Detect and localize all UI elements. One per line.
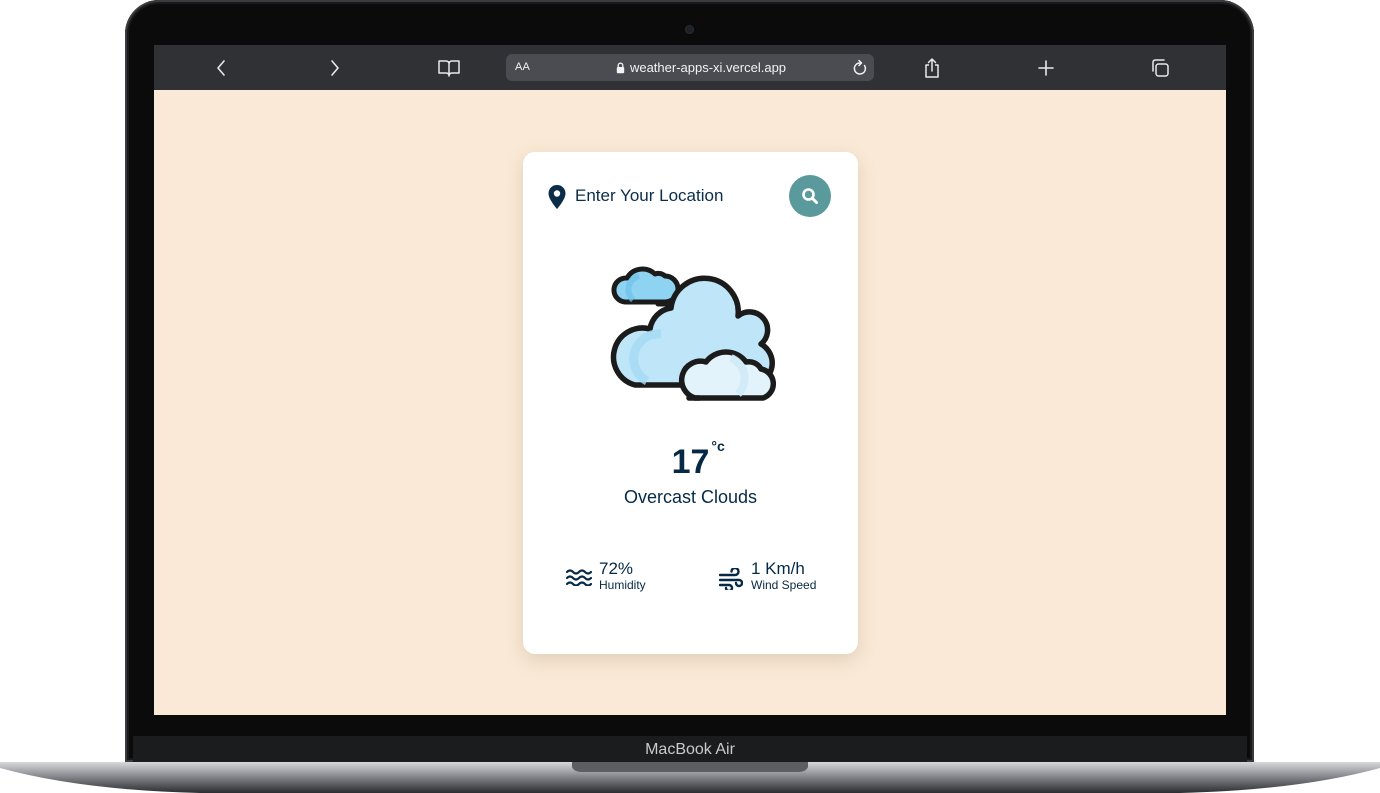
device-label: MacBook Air (645, 741, 735, 758)
humidity-value: 72% (599, 559, 634, 578)
humidity-waves-icon (566, 569, 592, 586)
weather-card: 17°c Overcast Clouds 72% Humidity 1 Km/h… (523, 152, 858, 654)
url-text[interactable]: weather-apps-xi.vercel.app (630, 60, 786, 75)
bookmarks-icon[interactable] (429, 45, 469, 90)
search-icon (802, 188, 818, 204)
wind-label: Wind Speed (751, 578, 817, 592)
search-button[interactable] (789, 175, 831, 217)
laptop-base (0, 762, 1380, 793)
wind-value: 1 Km/h (751, 559, 805, 578)
lock-icon (616, 62, 625, 73)
wind-icon (719, 568, 743, 590)
reader-text-size-button[interactable]: AA (515, 54, 530, 81)
humidity-stat: 72% Humidity (566, 560, 666, 594)
tabs-icon[interactable] (1140, 45, 1180, 90)
address-bar[interactable]: AA weather-apps-xi.vercel.app (506, 54, 874, 81)
forward-icon[interactable] (315, 45, 355, 90)
location-pin-icon (548, 185, 566, 209)
browser-toolbar: AA weather-apps-xi.vercel.app (154, 45, 1226, 90)
temperature: 17 °c (523, 438, 858, 482)
weather-description: Overcast Clouds (623, 487, 758, 507)
wind-stat: 1 Km/h Wind Speed (719, 560, 829, 594)
overcast-clouds-icon (610, 266, 777, 401)
back-icon[interactable] (201, 45, 241, 90)
humidity-label: Humidity (599, 578, 646, 592)
reload-icon[interactable] (852, 54, 868, 81)
location-search-input[interactable] (575, 182, 775, 210)
share-icon[interactable] (912, 45, 952, 90)
temperature-unit: °c (711, 438, 725, 454)
browser-screen: AA weather-apps-xi.vercel.app Enter Your… (154, 45, 1226, 715)
new-tab-icon[interactable] (1026, 45, 1066, 90)
camera (686, 26, 693, 33)
temperature-value: 17 (671, 443, 710, 481)
